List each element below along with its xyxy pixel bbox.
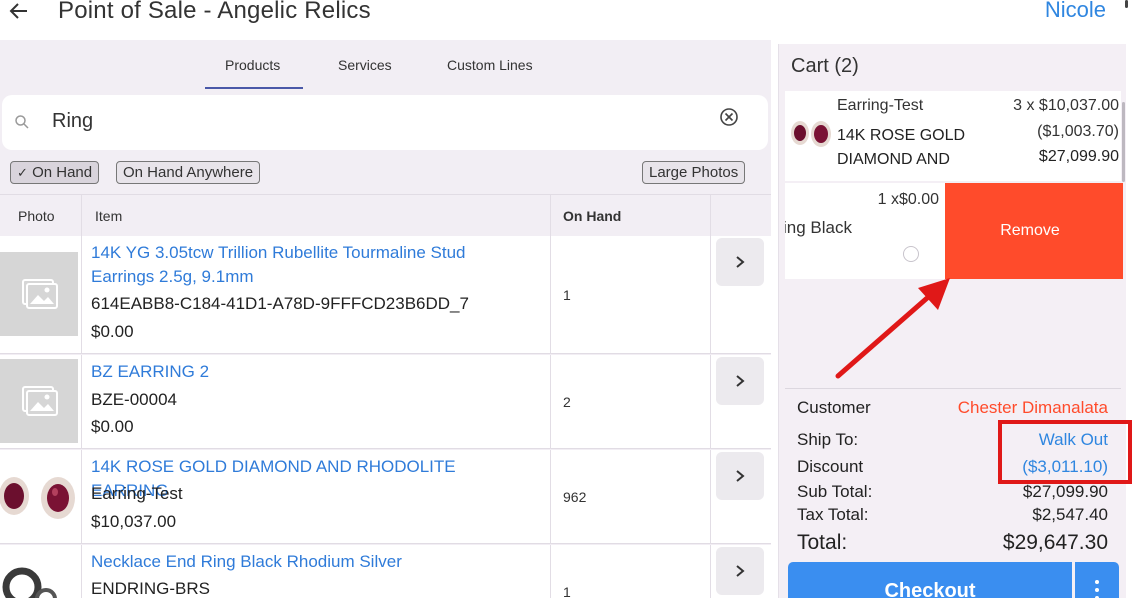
cart-line-item-swiped[interactable]: 1 x$0.00 ing Black [785,183,951,279]
chevron-right-icon[interactable] [716,357,764,405]
edge-handle [1125,0,1128,8]
item-name-link[interactable]: 14K YG 3.05tcw Trillion Rubellite Tourma… [91,241,521,289]
on-hand-count: 962 [563,489,587,505]
cart-item-name: ing Black [785,218,852,237]
column-divider [710,236,711,354]
item-price: $0.00 [91,417,134,436]
on-hand-filter-chip[interactable]: ✓ On Hand [10,161,100,184]
column-divider [550,236,551,354]
cart-item-description-line: 14K ROSE GOLD [837,127,966,144]
photo-placeholder-icon [0,359,78,443]
cart-item-name: Earring-Test [837,97,924,114]
discount-label: Discount [797,457,864,476]
column-divider [710,450,711,544]
tab-bar: Products Services Custom Lines [0,40,771,92]
tab-custom-lines[interactable]: Custom Lines [447,57,533,73]
table-row[interactable]: Necklace End Ring Black Rhodium Silver E… [0,545,771,598]
summary-divider [785,388,1121,389]
on-hand-count: 1 [563,584,571,598]
cart-title: Cart (2) [791,55,859,77]
item-name-link[interactable]: BZ EARRING 2 [91,360,521,384]
on-hand-count: 1 [563,287,571,303]
cart-panel: Cart (2) Earring-Test 14K ROSE GOLD DIAM… [778,44,1126,598]
ship-to-link[interactable]: Walk Out [1039,430,1108,450]
tax-total-label: Tax Total: [797,505,869,524]
item-sku: Earring-Test [91,484,183,503]
table-header: Photo Item On Hand [0,194,771,237]
tab-services[interactable]: Services [338,57,392,73]
item-price: $0.00 [91,322,134,341]
remove-button[interactable]: Remove [945,183,1123,279]
back-arrow-icon[interactable] [8,0,32,24]
ship-to-label: Ship To: [797,430,859,449]
column-divider [81,236,82,354]
column-header-item: Item [95,208,123,224]
search-icon [14,114,30,130]
cart-item-qty-price: 1 x$0.00 [877,191,939,208]
column-header-on-hand[interactable]: On Hand [563,208,621,224]
cart-item-qty-price: 3 x $10,037.00 [1013,97,1119,114]
cart-item-description-line: DIAMOND AND [837,151,950,168]
on-hand-chip-label: On Hand [32,164,93,181]
cart-line-item[interactable]: Earring-Test 14K ROSE GOLD DIAMOND AND 3… [785,91,1121,181]
tab-products[interactable]: Products [225,57,280,73]
checkmark-icon: ✓ [17,165,28,180]
item-sku: BZE-00004 [91,390,177,409]
clear-circle-icon[interactable] [718,106,740,128]
app-header: Point of Sale - Angelic Relics Nicole [0,0,1132,40]
earrings-thumbnail [789,113,833,153]
column-divider [550,195,551,237]
table-row[interactable]: 14K ROSE GOLD DIAMOND AND RHODOLITE EARR… [0,450,771,544]
column-divider [710,545,711,598]
large-photos-toggle[interactable]: Large Photos [642,161,746,184]
table-row[interactable]: 14K YG 3.05tcw Trillion Rubellite Tourma… [0,236,771,354]
customer-label: Customer [797,398,871,417]
chevron-right-icon[interactable] [716,452,764,500]
discount-link[interactable]: ($3,011.10) [1022,457,1108,477]
cart-item-total: $27,099.90 [1038,148,1119,165]
select-radio[interactable] [903,246,919,262]
photo-placeholder-icon [0,252,78,336]
cart-scrollbar[interactable] [1122,102,1125,182]
cart-item-discount: ($1,003.70) [1037,123,1119,140]
more-vertical-icon[interactable] [1075,562,1119,598]
item-sku: ENDRING-BRS [91,579,211,598]
ring-photo [0,549,78,598]
column-divider [550,545,551,598]
tax-total-value: $2,547.40 [1032,505,1108,524]
products-panel: Products Services Custom Lines Ring ✓ On… [0,40,771,598]
total-label: Total: [797,531,848,554]
search-input[interactable]: Ring [52,110,93,133]
search-bar[interactable]: Ring [2,95,768,150]
column-divider [81,450,82,544]
item-sku: 614EABB8-C184-41D1-A78D-9FFFCD23B6DD_7 [91,294,469,313]
column-divider [81,545,82,598]
subtotal-value: $27,099.90 [1022,482,1108,501]
column-header-photo: Photo [18,208,55,224]
item-price: $10,037.00 [91,512,177,531]
column-divider [710,355,711,449]
subtotal-label: Sub Total: [797,482,873,501]
chevron-right-icon[interactable] [716,238,764,286]
item-name-link[interactable]: Necklace End Ring Black Rhodium Silver [91,550,521,574]
total-value: $29,647.30 [1002,531,1108,554]
column-divider [550,355,551,449]
column-divider [81,195,82,237]
table-row[interactable]: BZ EARRING 2 BZE-00004 $0.00 2 [0,355,771,449]
column-divider [710,195,711,237]
on-hand-count: 2 [563,394,571,410]
active-tab-indicator [205,87,303,89]
page-title: Point of Sale - Angelic Relics [58,0,371,24]
checkout-button[interactable]: Checkout [788,562,1072,598]
earrings-photo [0,454,78,540]
chevron-right-icon[interactable] [716,547,764,595]
column-divider [81,355,82,449]
column-divider [550,450,551,544]
on-hand-anywhere-filter-chip[interactable]: On Hand Anywhere [116,161,261,184]
customer-link[interactable]: Chester Dimanalata [958,398,1108,418]
user-name-link[interactable]: Nicole [1045,0,1106,23]
cart-item-description: 14K ROSE GOLD DIAMOND AND [837,124,987,172]
